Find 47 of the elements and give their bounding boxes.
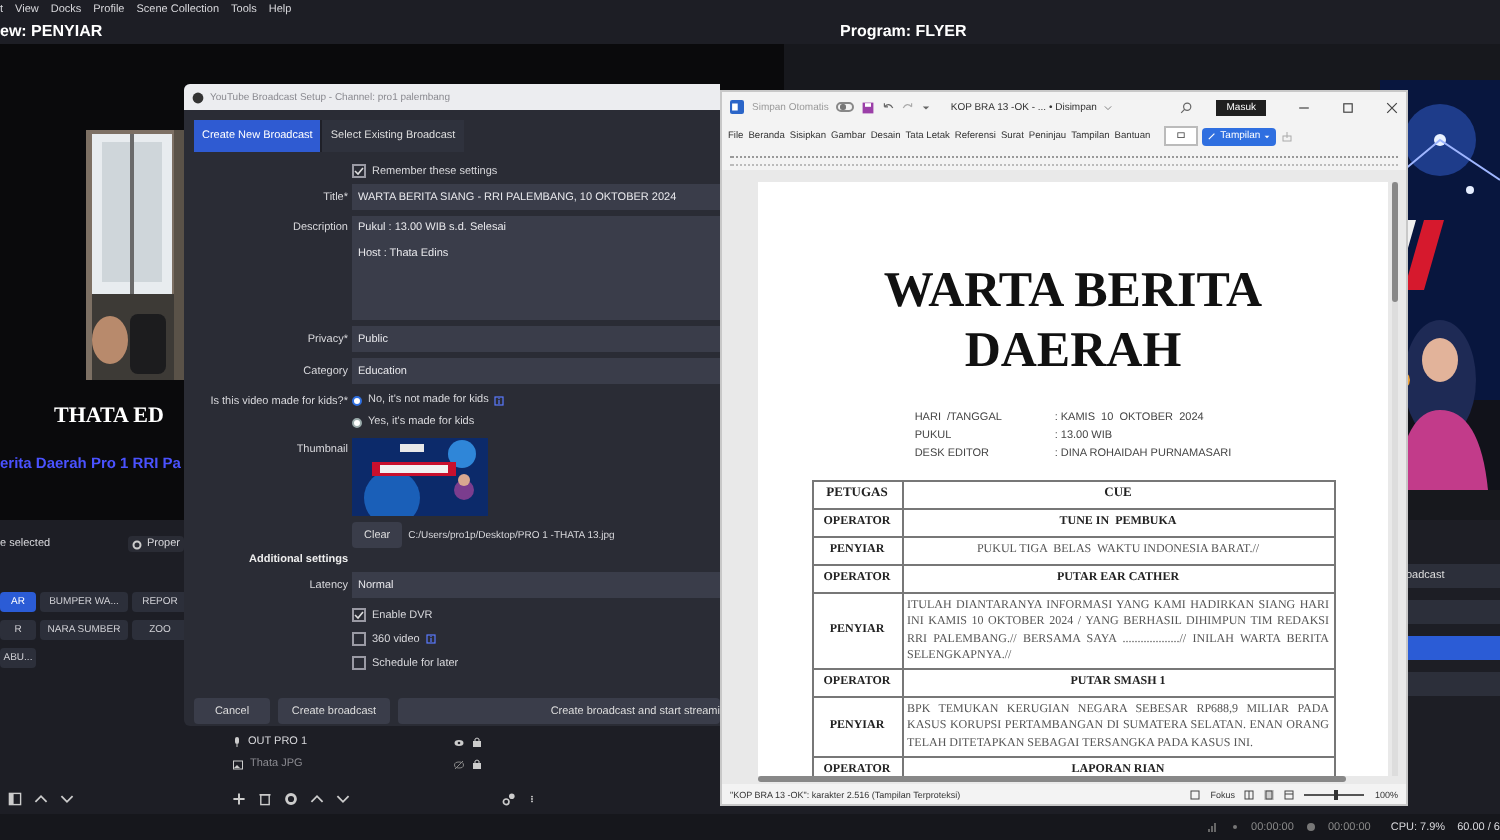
link-icon bbox=[502, 792, 516, 806]
program-title: Program: FLYER bbox=[840, 22, 967, 40]
checkbox[interactable] bbox=[352, 656, 366, 670]
maximize-icon bbox=[1342, 101, 1354, 113]
web-layout-icon bbox=[1284, 789, 1295, 799]
search-icon bbox=[1180, 101, 1193, 113]
broadcast-icon bbox=[1229, 822, 1240, 832]
radio-button[interactable] bbox=[352, 395, 362, 405]
gear-icon bbox=[132, 539, 143, 549]
down-icon bbox=[336, 792, 350, 806]
read-mode-icon bbox=[1244, 789, 1255, 799]
redo-icon bbox=[902, 101, 915, 113]
caption-text: THATA ED bbox=[54, 404, 164, 428]
print-layout-icon bbox=[1264, 789, 1275, 799]
preview-title: ew: PENYIAR bbox=[0, 22, 103, 40]
caret-icon bbox=[1104, 103, 1113, 111]
document-heading: WARTA BERITA bbox=[883, 262, 1263, 322]
save-icon bbox=[862, 101, 875, 113]
image-icon bbox=[232, 759, 244, 769]
autosave-toggle[interactable] bbox=[836, 102, 855, 112]
word-icon bbox=[730, 100, 744, 114]
gear-icon bbox=[284, 792, 298, 806]
comment-icon bbox=[1175, 132, 1186, 140]
share-icon bbox=[1281, 131, 1292, 141]
record-icon bbox=[1305, 822, 1316, 832]
document-heading: DAERAH bbox=[964, 322, 1182, 382]
focus-icon bbox=[1190, 789, 1201, 799]
checkbox[interactable] bbox=[352, 632, 366, 646]
caret-icon bbox=[1264, 133, 1271, 139]
caret-icon bbox=[922, 103, 931, 111]
signal-icon bbox=[1205, 822, 1218, 832]
trash-icon bbox=[258, 792, 272, 806]
up-icon bbox=[310, 792, 324, 806]
panel-icon bbox=[8, 792, 22, 806]
checkbox[interactable] bbox=[352, 164, 366, 178]
close-icon bbox=[1386, 101, 1398, 113]
add-icon bbox=[232, 792, 246, 806]
checkbox[interactable] bbox=[352, 608, 366, 622]
down-icon bbox=[60, 792, 74, 806]
up-icon bbox=[34, 792, 48, 806]
app-icon bbox=[192, 91, 204, 103]
pen-icon bbox=[1208, 132, 1217, 140]
radio-button[interactable] bbox=[352, 417, 362, 427]
comment-button[interactable] bbox=[1163, 126, 1198, 146]
minimize-icon bbox=[1298, 101, 1310, 113]
scrollbar[interactable] bbox=[758, 776, 1346, 782]
undo-icon bbox=[882, 101, 895, 113]
